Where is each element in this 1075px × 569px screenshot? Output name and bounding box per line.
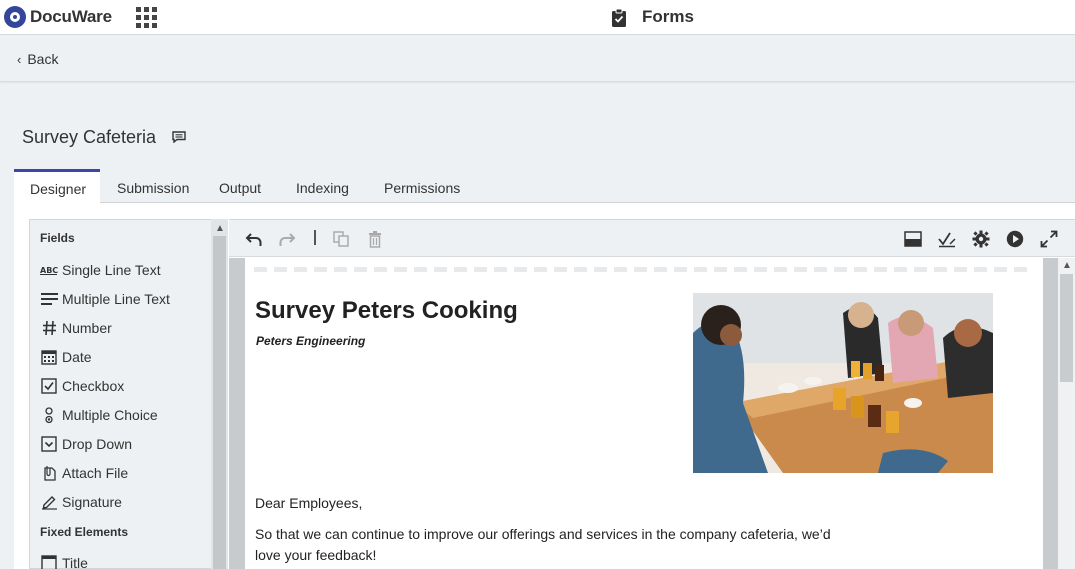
- abc-icon: ABC: [40, 261, 58, 279]
- canvas-scrollbar[interactable]: ▲: [1058, 258, 1075, 569]
- tab-permissions[interactable]: Permissions: [384, 169, 460, 203]
- intro-text[interactable]: So that we can continue to improve our o…: [255, 524, 845, 566]
- page-title: Survey Cafeteria: [22, 127, 157, 147]
- hash-icon: [40, 319, 58, 337]
- trash-icon[interactable]: [366, 230, 384, 248]
- checkbox-icon: [40, 377, 58, 395]
- field-label: Multiple Choice: [62, 407, 158, 423]
- scroll-up-icon[interactable]: ▲: [215, 223, 225, 234]
- back-label: Back: [27, 51, 59, 67]
- layout-icon[interactable]: [904, 230, 922, 248]
- radio-icon: [40, 406, 58, 424]
- cafeteria-photo[interactable]: [693, 293, 993, 473]
- field-title[interactable]: Title: [40, 553, 88, 569]
- expand-icon[interactable]: [1040, 230, 1058, 248]
- field-label: Single Line Text: [62, 262, 161, 278]
- field-label: Date: [62, 349, 92, 365]
- docuware-logo[interactable]: DocuWare: [4, 6, 112, 28]
- section-header: Forms: [611, 7, 694, 27]
- chevron-left-icon: ‹: [17, 51, 22, 67]
- section-title: Forms: [642, 7, 694, 26]
- field-label: Drop Down: [62, 436, 133, 452]
- clipboard-check-icon: [612, 8, 626, 27]
- field-multiple-choice[interactable]: Multiple Choice: [40, 405, 158, 425]
- top-bar: DocuWare Forms: [0, 0, 1075, 35]
- undo-icon[interactable]: [245, 230, 263, 248]
- comment-icon[interactable]: [172, 131, 186, 143]
- field-number[interactable]: Number: [40, 318, 112, 338]
- field-date[interactable]: Date: [40, 347, 92, 367]
- field-signature[interactable]: Signature: [40, 492, 122, 512]
- scroll-up-icon[interactable]: ▲: [1062, 260, 1072, 271]
- play-icon[interactable]: [1006, 230, 1024, 248]
- copy-icon[interactable]: [332, 230, 350, 248]
- field-multiple-line-text[interactable]: Multiple Line Text: [40, 289, 170, 309]
- tab-indexing[interactable]: Indexing: [296, 169, 349, 203]
- canvas-toolbar: [229, 219, 1075, 257]
- field-label: Number: [62, 320, 112, 336]
- multiline-icon: [40, 290, 58, 308]
- field-attach-file[interactable]: Attach File: [40, 463, 128, 483]
- gear-icon[interactable]: [972, 230, 990, 248]
- field-single-line-text[interactable]: ABC Single Line Text: [40, 260, 161, 280]
- canvas-scroll-thumb[interactable]: [1060, 274, 1073, 382]
- tab-output[interactable]: Output: [219, 169, 261, 203]
- docuware-logo-icon: [4, 6, 26, 28]
- tab-designer[interactable]: Designer: [14, 169, 100, 203]
- form-subtitle[interactable]: Peters Engineering: [256, 334, 365, 348]
- dropdown-icon: [40, 435, 58, 453]
- app-launcher-icon[interactable]: [136, 7, 157, 28]
- toolbar-divider: [314, 230, 316, 245]
- title-icon: [40, 554, 58, 569]
- back-bar: ‹ Back: [0, 36, 1075, 82]
- fields-scroll-thumb[interactable]: [213, 236, 226, 569]
- fields-scrollbar[interactable]: ▲: [211, 219, 228, 569]
- form-title[interactable]: Survey Peters Cooking: [255, 297, 518, 325]
- field-label: Multiple Line Text: [62, 291, 170, 307]
- redo-icon[interactable]: [278, 230, 296, 248]
- greeting-text[interactable]: Dear Employees,: [255, 495, 362, 511]
- field-label: Checkbox: [62, 378, 125, 394]
- tab-bar: Designer Submission Output Indexing Perm…: [14, 169, 1075, 203]
- brand-name: DocuWare: [30, 7, 112, 26]
- fixed-elements-heading: Fixed Elements: [40, 525, 129, 539]
- cafeteria-photo-image: [693, 293, 993, 473]
- validate-icon[interactable]: [938, 230, 956, 248]
- field-label: Attach File: [62, 465, 129, 481]
- field-label: Signature: [62, 494, 122, 510]
- field-checkbox[interactable]: Checkbox: [40, 376, 124, 396]
- back-button[interactable]: ‹ Back: [17, 51, 58, 67]
- svg-text:ABC: ABC: [40, 266, 58, 275]
- tab-submission[interactable]: Submission: [117, 169, 189, 203]
- calendar-icon: [40, 348, 58, 366]
- attach-icon: [40, 464, 58, 482]
- signature-icon: [40, 493, 58, 511]
- fields-heading: Fields: [40, 231, 75, 245]
- page-top-divider: [254, 267, 1034, 272]
- field-drop-down[interactable]: Drop Down: [40, 434, 132, 454]
- field-label: Title: [62, 555, 88, 569]
